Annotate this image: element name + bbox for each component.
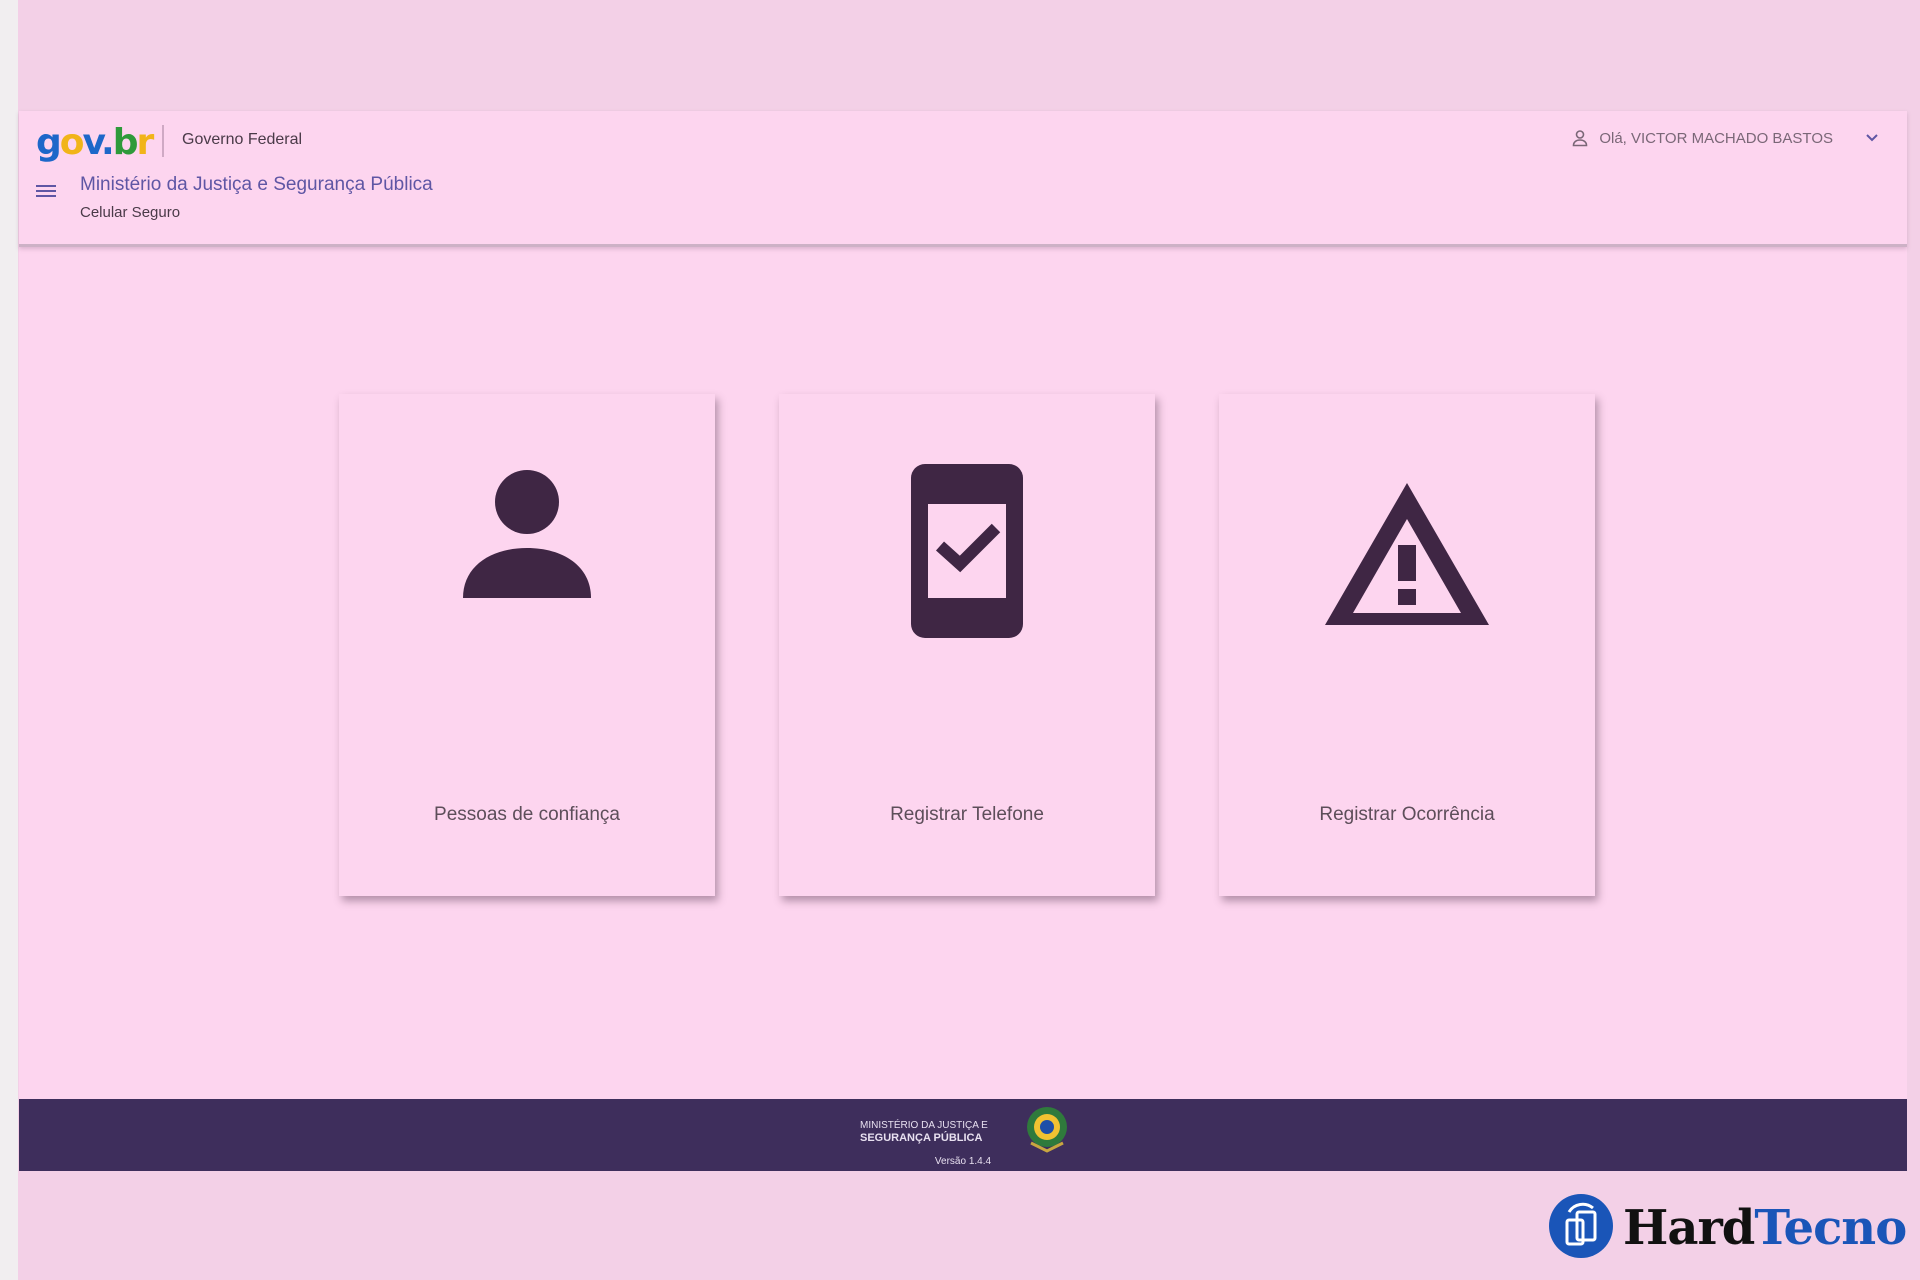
card-label: Registrar Telefone bbox=[890, 804, 1044, 825]
card-label: Pessoas de confiança bbox=[434, 804, 620, 825]
card-pessoas-de-confianca[interactable]: Pessoas de confiança bbox=[339, 394, 715, 896]
chevron-down-icon[interactable] bbox=[1865, 133, 1879, 143]
card-label: Registrar Ocorrência bbox=[1319, 804, 1495, 825]
person-icon bbox=[457, 464, 597, 644]
brazil-emblem-icon bbox=[1021, 1103, 1073, 1160]
page-header: gov.br Governo Federal Olá, VICTOR MACHA… bbox=[19, 111, 1907, 247]
page-footer: MINISTÉRIO DA JUSTIÇA E SEGURANÇA PÚBLIC… bbox=[19, 1099, 1907, 1171]
hamburger-menu-icon[interactable] bbox=[36, 183, 56, 199]
app-window: gov.br Governo Federal Olá, VICTOR MACHA… bbox=[19, 111, 1907, 1171]
user-greeting: Olá, VICTOR MACHADO BASTOS bbox=[1599, 129, 1833, 147]
left-edge-strip bbox=[0, 0, 18, 1280]
hardtecno-text: HardTecno bbox=[1623, 1200, 1907, 1256]
footer-ministry-text: MINISTÉRIO DA JUSTIÇA E SEGURANÇA PÚBLIC… bbox=[860, 1120, 988, 1144]
govbr-logo[interactable]: gov.br bbox=[36, 118, 154, 168]
hardtecno-logo-icon bbox=[1549, 1193, 1613, 1263]
card-registrar-telefone[interactable]: Registrar Telefone bbox=[779, 394, 1155, 896]
version-label: Versão 1.4.4 bbox=[934, 1156, 992, 1167]
logo-divider bbox=[162, 125, 164, 157]
hardtecno-watermark: HardTecno bbox=[1549, 1193, 1907, 1263]
warning-triangle-icon bbox=[1321, 479, 1493, 659]
phone-check-icon bbox=[911, 464, 1023, 644]
ministry-title[interactable]: Ministério da Justiça e Segurança Públic… bbox=[80, 174, 433, 196]
gov-label: Governo Federal bbox=[182, 131, 303, 148]
user-icon bbox=[1571, 129, 1589, 147]
user-menu[interactable]: Olá, VICTOR MACHADO BASTOS bbox=[1571, 129, 1879, 147]
system-name: Celular Seguro bbox=[80, 204, 181, 221]
card-registrar-ocorrencia[interactable]: Registrar Ocorrência bbox=[1219, 394, 1595, 896]
